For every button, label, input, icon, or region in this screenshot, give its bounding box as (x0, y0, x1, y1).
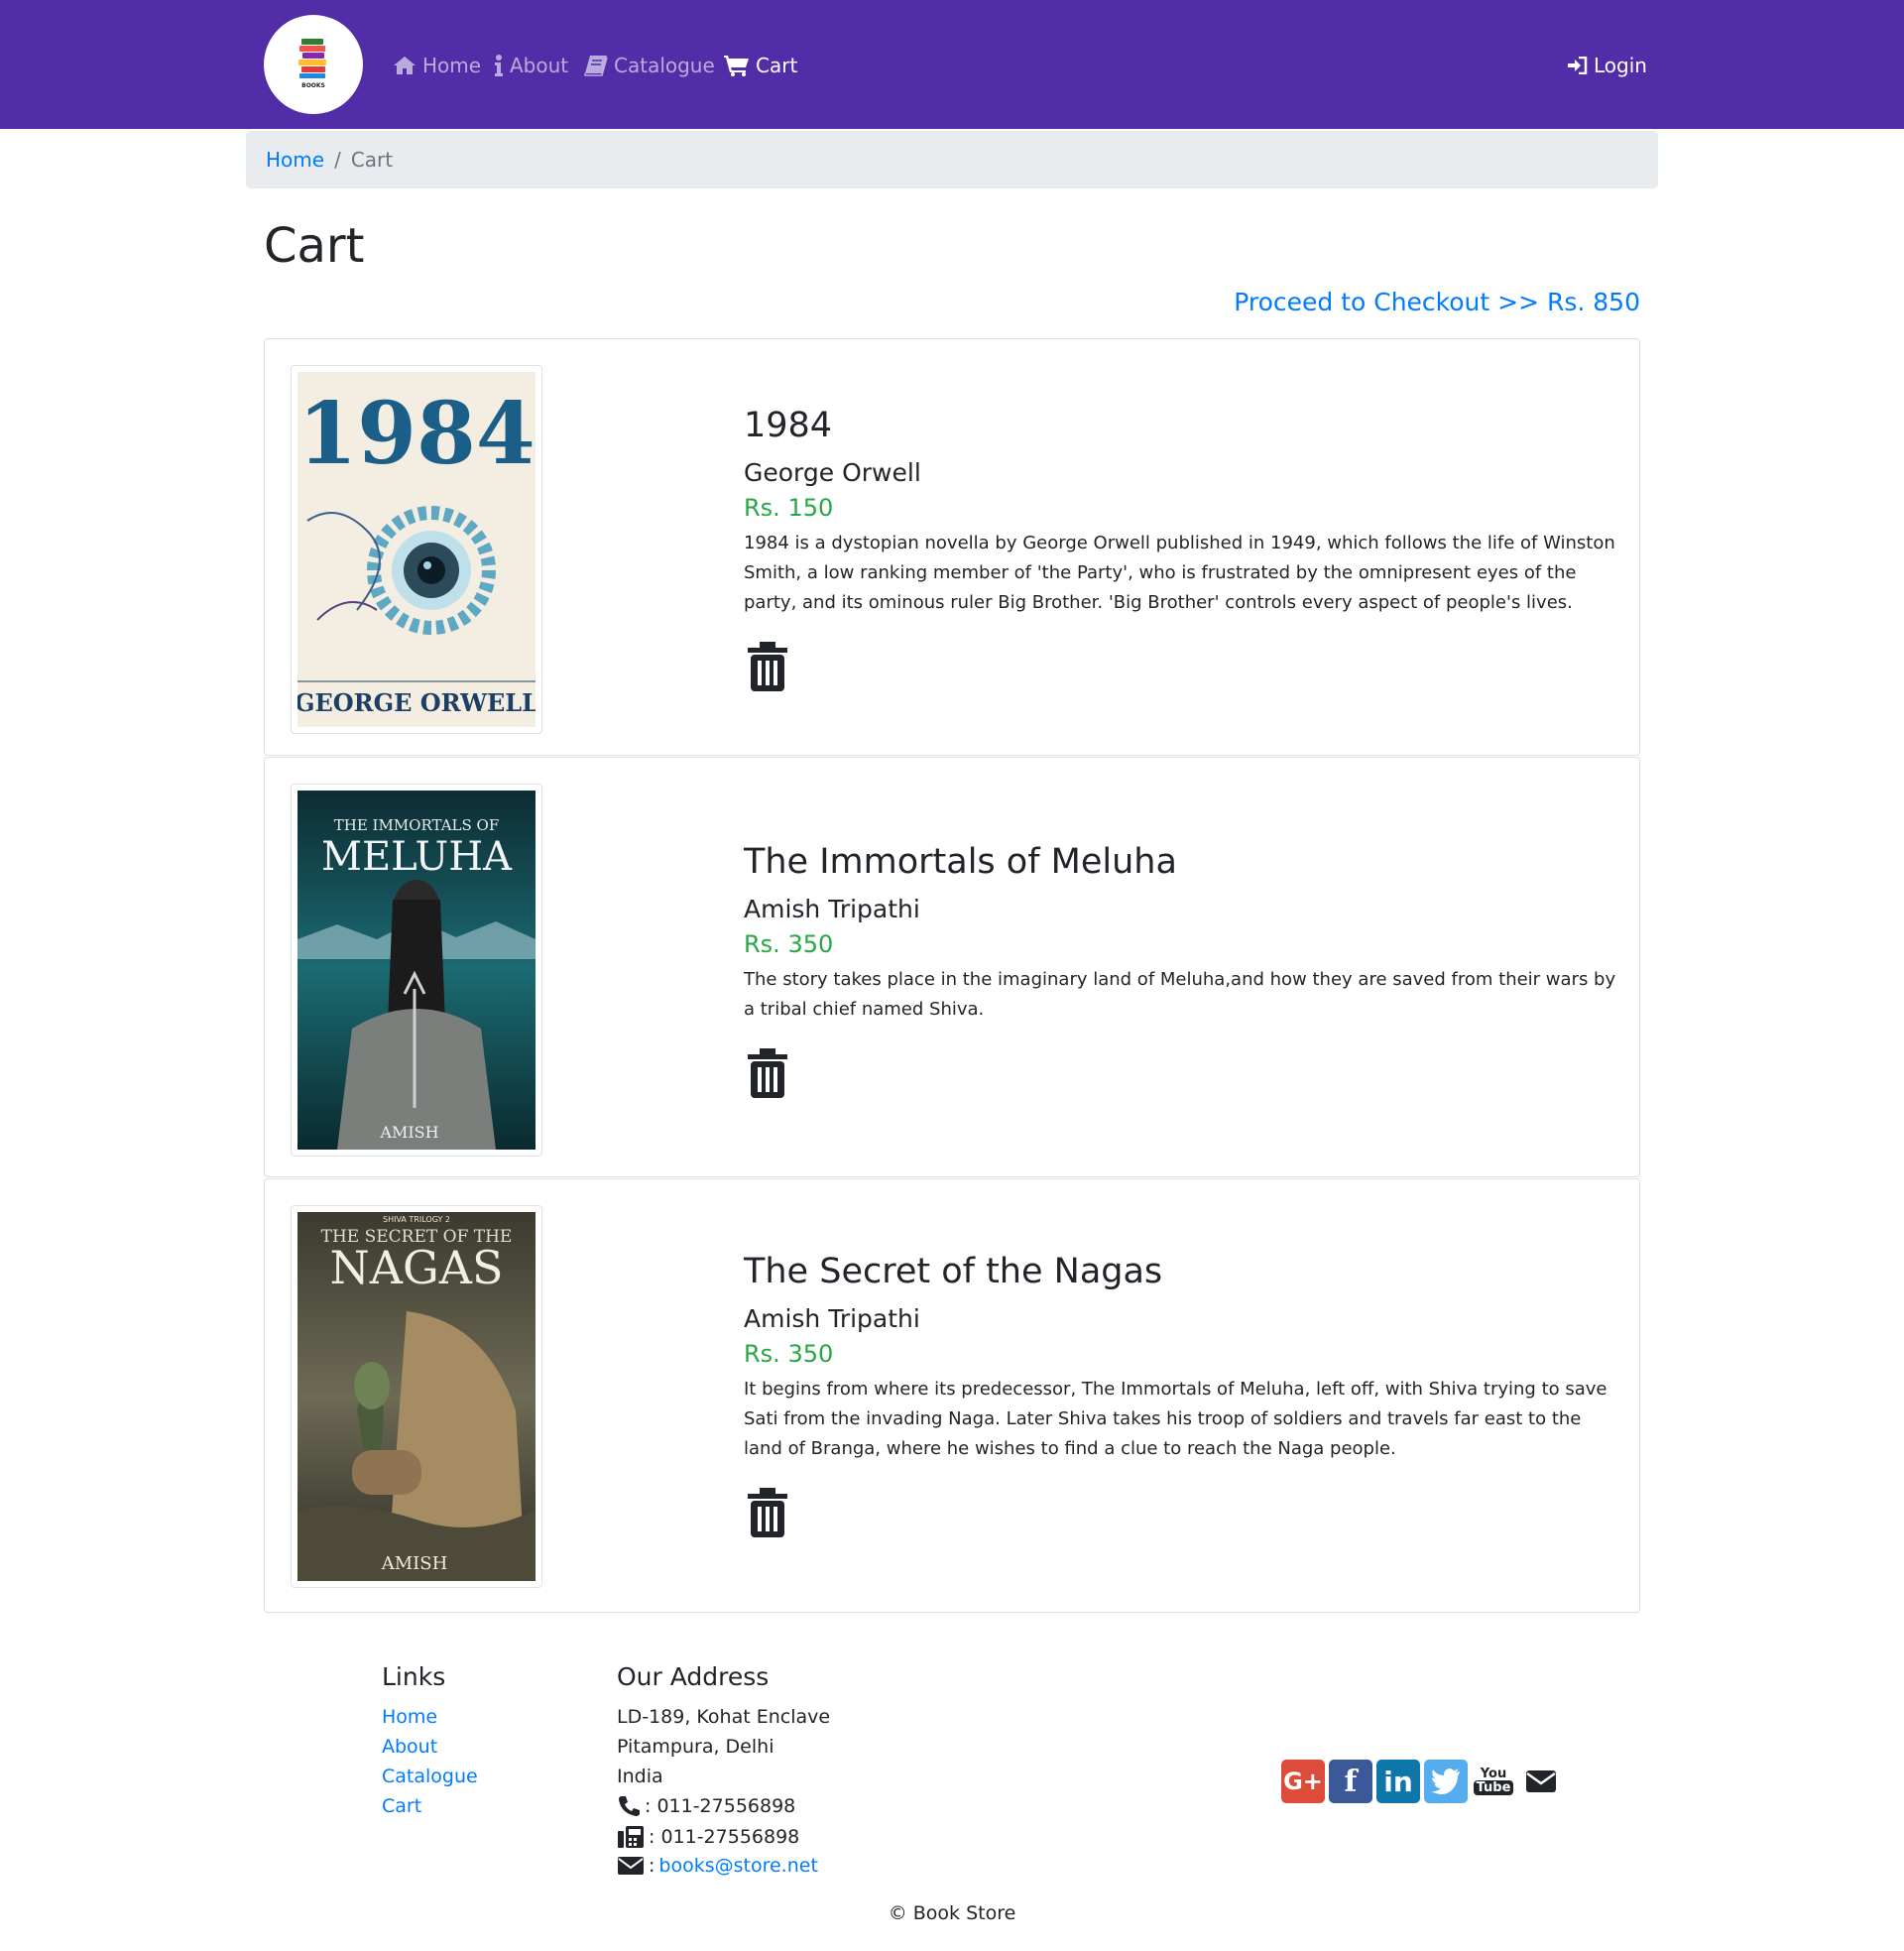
svg-text:SHIVA TRILOGY 2: SHIVA TRILOGY 2 (383, 1215, 450, 1224)
brand-logo[interactable]: BOOKS (264, 15, 363, 114)
book-author: Amish Tripathi (744, 895, 920, 923)
book-cover[interactable]: 1984 GEORGE ORWELL (291, 365, 542, 734)
facebook-icon[interactable]: f (1329, 1760, 1372, 1803)
book-description: The story takes place in the imaginary l… (744, 968, 1616, 1020)
breadcrumb-home[interactable]: Home (266, 148, 324, 172)
svg-text:MELUHA: MELUHA (321, 834, 513, 880)
breadcrumb-separator: / (334, 148, 341, 172)
nav-home-label: Home (422, 54, 482, 77)
book-price: Rs. 150 (744, 494, 834, 522)
book-info: The Immortals of Meluha Amish Tripathi R… (744, 841, 1616, 1104)
footer-fax: : 011-27556898 (617, 1825, 799, 1849)
footer-link-cart[interactable]: Cart (382, 1795, 421, 1817)
footer-fax-number: : 011-27556898 (649, 1826, 800, 1848)
envelope-icon (618, 1857, 644, 1875)
svg-text:BOOKS: BOOKS (301, 82, 325, 89)
trash-icon[interactable] (744, 640, 791, 693)
book-title: 1984 (744, 406, 833, 445)
trash-icon[interactable] (744, 1486, 791, 1539)
nav-cart[interactable]: Cart (724, 50, 797, 81)
book-author: Amish Tripathi (744, 1304, 920, 1333)
svg-text:1984: 1984 (298, 384, 535, 484)
nav-catalogue[interactable]: Catalogue (584, 50, 715, 81)
book-description: 1984 is a dystopian novella by George Or… (744, 532, 1615, 613)
footer-link-catalogue[interactable]: Catalogue (382, 1766, 478, 1787)
page-title: Cart (264, 218, 365, 274)
book-info: The Secret of the Nagas Amish Tripathi R… (744, 1251, 1616, 1543)
book-cover[interactable]: SHIVA TRILOGY 2 THE SECRET OF THE NAGAS … (291, 1205, 542, 1588)
phone-icon (619, 1796, 640, 1816)
book-icon (584, 56, 608, 76)
book-cover-image: THE IMMORTALS OF MELUHA AMISH (298, 791, 536, 1150)
book-title: The Secret of the Nagas (744, 1252, 1163, 1291)
svg-text:THE IMMORTALS OF: THE IMMORTALS OF (334, 816, 500, 834)
linkedin-icon[interactable]: in (1376, 1760, 1420, 1803)
footer-email-prefix: : (649, 1855, 655, 1877)
copyright: © Book Store (888, 1902, 1016, 1924)
sign-in-icon (1568, 57, 1588, 74)
fax-icon (618, 1826, 644, 1848)
home-icon (394, 57, 416, 74)
footer-phone-number: : 011-27556898 (645, 1795, 796, 1817)
books-logo-icon: BOOKS (298, 39, 326, 89)
svg-text:AMISH: AMISH (379, 1123, 438, 1142)
proceed-to-checkout-link[interactable]: Proceed to Checkout >> Rs. 850 (1234, 288, 1640, 316)
footer-link-about[interactable]: About (382, 1736, 437, 1758)
footer-email-link[interactable]: books@store.net (658, 1855, 818, 1877)
address-line: LD-189, Kohat Enclave (617, 1706, 831, 1728)
footer-link-home[interactable]: Home (382, 1706, 437, 1728)
envelope-icon[interactable] (1519, 1760, 1563, 1803)
cart-item-card: THE IMMORTALS OF MELUHA AMISH The Immort… (264, 757, 1640, 1177)
trash-icon[interactable] (744, 1046, 791, 1100)
book-cover-image: SHIVA TRILOGY 2 THE SECRET OF THE NAGAS … (298, 1212, 536, 1581)
footer-phone: : 011-27556898 (617, 1795, 795, 1817)
footer-email: : books@store.net (617, 1855, 818, 1877)
footer-address-heading: Our Address (617, 1662, 770, 1691)
nav-login-label: Login (1594, 54, 1647, 77)
nav-login[interactable]: Login (1568, 50, 1647, 81)
twitter-icon[interactable] (1424, 1760, 1468, 1803)
nav-cart-label: Cart (756, 54, 798, 77)
nav-about-label: About (510, 54, 569, 77)
footer-links-heading: Links (382, 1662, 446, 1691)
address-line: Pitampura, Delhi (617, 1736, 774, 1758)
nav-about[interactable]: About (494, 50, 568, 81)
book-description: It begins from where its predecessor, Th… (744, 1378, 1607, 1459)
svg-text:AMISH: AMISH (381, 1553, 448, 1574)
svg-text:GEORGE ORWELL: GEORGE ORWELL (298, 688, 536, 717)
navbar: BOOKS Home About Catalogue Cart Login (0, 0, 1904, 129)
cart-item-card: 1984 GEORGE ORWELL 1984 George Orwell Rs… (264, 338, 1640, 756)
book-price: Rs. 350 (744, 930, 834, 958)
cart-item-card: SHIVA TRILOGY 2 THE SECRET OF THE NAGAS … (264, 1178, 1640, 1613)
google-plus-icon[interactable]: G+ (1281, 1760, 1325, 1803)
svg-text:NAGAS: NAGAS (330, 1241, 504, 1294)
shopping-cart-icon (724, 56, 749, 76)
nav-catalogue-label: Catalogue (614, 54, 715, 77)
book-cover[interactable]: THE IMMORTALS OF MELUHA AMISH (291, 784, 542, 1157)
book-author: George Orwell (744, 458, 921, 487)
book-price: Rs. 350 (744, 1340, 834, 1368)
book-info: 1984 George Orwell Rs. 150 1984 is a dys… (744, 405, 1616, 697)
youtube-icon[interactable]: You Tube (1472, 1760, 1515, 1803)
book-cover-image: 1984 GEORGE ORWELL (298, 372, 536, 727)
breadcrumb-current: Cart (350, 148, 394, 172)
breadcrumb: Home / Cart (246, 131, 1658, 188)
info-icon (495, 55, 503, 76)
book-title: The Immortals of Meluha (744, 842, 1177, 882)
nav-home[interactable]: Home (393, 50, 481, 81)
address-line: India (617, 1766, 663, 1787)
